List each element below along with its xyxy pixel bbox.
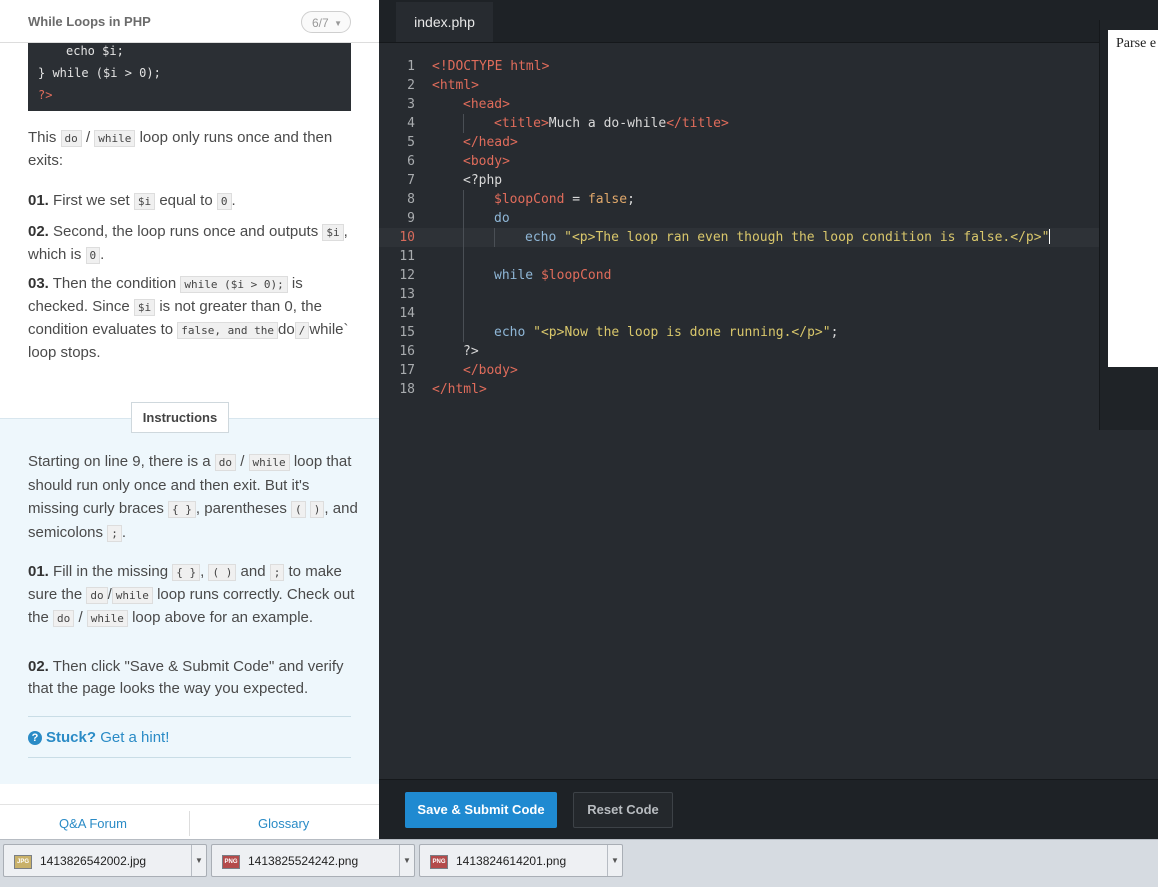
lesson-footer: Q&A Forum Glossary	[0, 804, 379, 839]
indent-guide	[463, 209, 464, 228]
qa-forum-link[interactable]: Q&A Forum	[59, 816, 127, 831]
code-line: 18 </html>	[399, 382, 487, 397]
instructions-tab[interactable]: Instructions	[131, 402, 229, 433]
indent-guide	[463, 304, 464, 323]
indent-guide	[463, 247, 464, 266]
lesson-header: While Loops in PHP 6/7 ▼	[0, 0, 379, 43]
result-frame: Parse e	[1108, 30, 1158, 367]
download-item[interactable]: PNG 1413824614201.png ▼	[419, 844, 623, 877]
result-preview-panel: Parse e	[1099, 20, 1158, 430]
divider	[28, 757, 351, 758]
code-line: 13	[379, 285, 1099, 304]
code-line: 14	[379, 304, 1099, 323]
indent-guide	[463, 285, 464, 304]
code-line: 11	[379, 247, 1099, 266]
png-file-icon: PNG	[430, 855, 448, 869]
code-line: 1 <!DOCTYPE html>	[407, 59, 550, 74]
code-line: 7 <?php	[407, 173, 503, 188]
indent-guide	[463, 190, 464, 209]
indent-guide	[463, 114, 464, 133]
chevron-down-icon: ▼	[334, 19, 342, 28]
editor-footer: Save & Submit Code Reset Code	[379, 779, 1158, 840]
code-area[interactable]: 1 <!DOCTYPE html> 2 <html> 3 <head> 4 <title…	[379, 57, 1099, 399]
indent-guide	[463, 323, 464, 342]
lesson-panel: echo $i; } while ($i > 0); ?> While Loop…	[0, 0, 379, 839]
instruction-step: 02. Then click "Save & Submit Code" and …	[28, 658, 344, 697]
example-code-block: echo $i; } while ($i > 0); ?>	[28, 42, 351, 111]
code-editor: index.php 1 <!DOCTYPE html> 2 <html> 3 <hea…	[379, 0, 1158, 840]
text-cursor	[1049, 229, 1051, 244]
code-line: ?>	[38, 88, 53, 102]
code-line: 4 <title>Much a do-while</title>	[407, 114, 729, 133]
divider	[189, 811, 190, 836]
indent-guide	[463, 266, 464, 285]
code-line: 2 <html>	[407, 78, 479, 93]
instruction-step: 01. Fill in the missing { }, ( ) and ; t…	[28, 563, 355, 627]
code-line: 16 ?>	[399, 344, 479, 359]
code-line: 12 while $loopCond	[399, 266, 612, 285]
progress-selector[interactable]: 6/7 ▼	[301, 11, 351, 33]
code-line: 5 </head>	[407, 135, 518, 150]
code-line: 17 </body>	[399, 363, 518, 378]
lesson-intro: This do / while loop only runs once and …	[28, 129, 333, 169]
jpg-file-icon: JPG	[14, 855, 32, 869]
instructions-intro: Starting on line 9, there is a do / whil…	[28, 453, 358, 542]
lesson-step: 02. Second, the loop runs once and outpu…	[28, 223, 348, 264]
download-item[interactable]: JPG 1413826542002.jpg ▼	[3, 844, 207, 877]
active-code-line: 10 echo "<p>The loop ran even though the …	[379, 228, 1099, 247]
chevron-down-icon[interactable]: ▼	[191, 845, 206, 876]
code-line: 15 echo "<p>Now the loop is done running.…	[399, 323, 839, 342]
tab-index-php[interactable]: index.php	[396, 2, 493, 42]
save-submit-button[interactable]: Save & Submit Code	[405, 792, 557, 828]
hint-link[interactable]: ? Stuck? Get a hint!	[28, 729, 169, 746]
lesson-title: While Loops in PHP	[28, 14, 151, 29]
divider	[28, 716, 351, 717]
indent-guide	[494, 228, 495, 247]
help-icon: ?	[28, 731, 42, 745]
code-line: echo $i;	[66, 44, 124, 58]
editor-tab-bar: index.php	[379, 0, 1158, 43]
indent-guide	[463, 228, 464, 247]
png-file-icon: PNG	[222, 855, 240, 869]
lesson-step: 01. First we set $i equal to 0.	[28, 192, 236, 210]
chevron-down-icon[interactable]: ▼	[399, 845, 414, 876]
code-line: } while ($i > 0);	[38, 66, 161, 80]
code-line: 9 do	[407, 209, 510, 228]
preview-output-text: Parse e	[1116, 36, 1157, 51]
code-line: 3 <head>	[407, 97, 510, 112]
download-bar: JPG 1413826542002.jpg ▼ PNG 141382552424…	[0, 839, 1158, 887]
glossary-link[interactable]: Glossary	[258, 816, 309, 831]
download-item[interactable]: PNG 1413825524242.png ▼	[211, 844, 415, 877]
progress-count: 6/7	[312, 16, 329, 30]
chevron-down-icon[interactable]: ▼	[607, 845, 622, 876]
code-line: 8 $loopCond = false;	[407, 190, 635, 209]
lesson-step: 03. Then the condition while ($i > 0); i…	[28, 275, 349, 361]
reset-code-button[interactable]: Reset Code	[573, 792, 673, 828]
code-line: 6 <body>	[407, 154, 510, 169]
